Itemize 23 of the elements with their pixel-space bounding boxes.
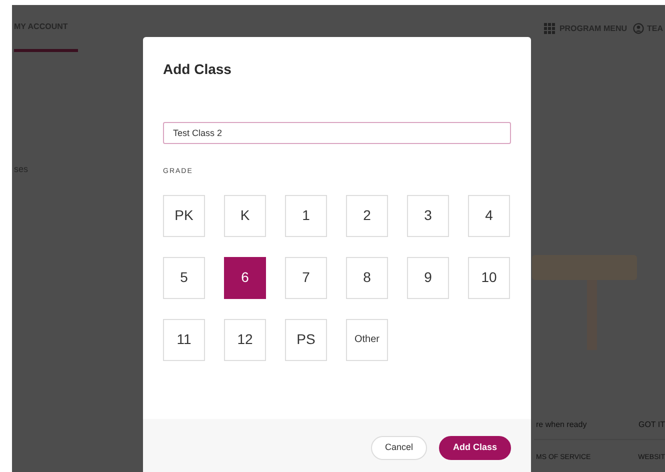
grade-option[interactable]: 9 bbox=[407, 256, 449, 298]
grade-option[interactable]: 12 bbox=[224, 318, 266, 360]
cancel-button[interactable]: Cancel bbox=[370, 436, 427, 460]
grade-option[interactable]: 7 bbox=[285, 256, 327, 298]
grade-option[interactable]: 2 bbox=[346, 194, 388, 236]
dialog-title: Add Class bbox=[163, 60, 232, 79]
user-icon bbox=[633, 23, 644, 34]
grade-option[interactable]: PK bbox=[163, 194, 205, 236]
banner-text: re when ready bbox=[536, 418, 587, 430]
grade-option[interactable]: K bbox=[224, 194, 266, 236]
grade-option[interactable]: 8 bbox=[346, 256, 388, 298]
grade-option[interactable]: 10 bbox=[468, 256, 510, 298]
grade-option[interactable]: 1 bbox=[285, 194, 327, 236]
grade-option[interactable]: Other bbox=[346, 318, 388, 360]
grade-option[interactable]: 11 bbox=[163, 318, 205, 360]
add-class-button[interactable]: Add Class bbox=[438, 436, 511, 460]
grade-option[interactable]: 6 bbox=[224, 256, 266, 298]
grade-option[interactable]: 3 bbox=[407, 194, 449, 236]
grid-icon bbox=[544, 23, 556, 34]
class-name-field[interactable]: Test Class 2 bbox=[163, 122, 511, 144]
grade-option[interactable]: 5 bbox=[163, 256, 205, 298]
grade-option[interactable]: PS bbox=[285, 318, 327, 360]
grade-option[interactable]: 4 bbox=[468, 194, 510, 236]
